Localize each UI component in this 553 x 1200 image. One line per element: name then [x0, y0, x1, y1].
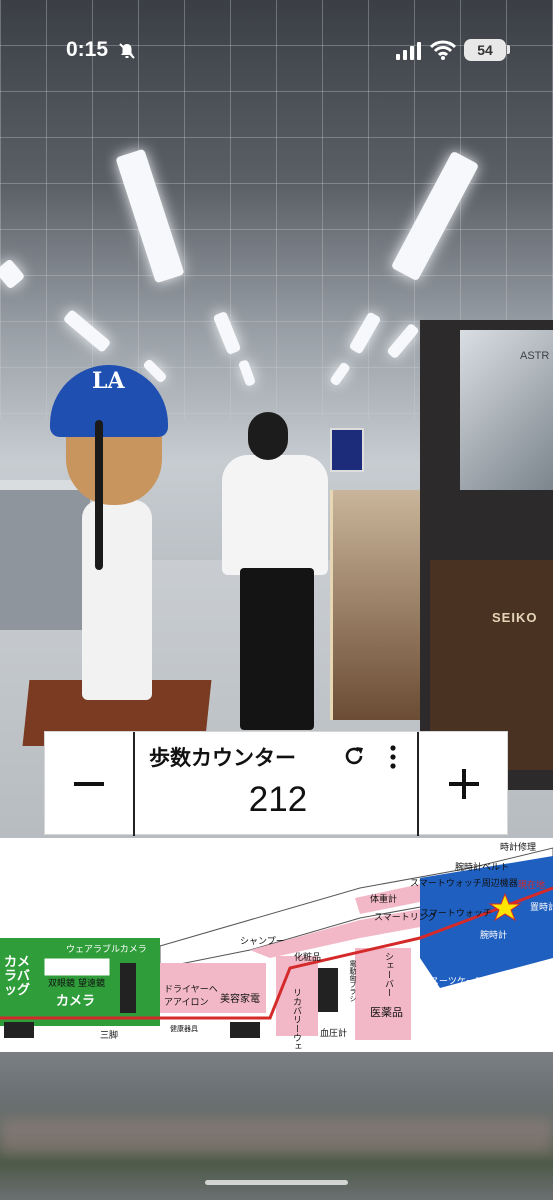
map-label-medicine: 医薬品 — [370, 1006, 403, 1019]
counter-title: 歩数カウンター — [149, 747, 296, 770]
display-counter — [0, 480, 90, 630]
refresh-icon[interactable] — [342, 744, 366, 768]
map-label-wearable-camera: ウェアラブルカメラ — [66, 945, 147, 955]
map-label-binoculars: 双眼鏡 — [48, 979, 76, 989]
map-label-beauty: 美容家電 — [220, 994, 260, 1005]
map-label-bp-meter: 血圧計 — [320, 1029, 348, 1039]
store-photo: ASTR SEIKO LA — [0, 0, 553, 840]
bobblehead-body — [82, 500, 152, 700]
map-label-watch-belt: 腕時計ベルト — [455, 863, 510, 873]
home-indicator[interactable] — [205, 1180, 348, 1185]
map-label-clock-repair: 時計修理 — [500, 843, 537, 853]
map-label-shaver: シェーバー — [383, 952, 393, 997]
map-label-camera: カメラ — [56, 994, 96, 1009]
map-label-health: 健康器具 — [170, 1025, 198, 1033]
seiko-logo: SEIKO — [492, 610, 538, 625]
map-label-scale: 体重計 — [370, 895, 398, 905]
decrement-button[interactable] — [45, 732, 135, 836]
plus-icon-vertical — [462, 769, 466, 799]
step-counter-widget: 歩数カウンター 212 — [44, 731, 508, 836]
wifi-icon — [430, 40, 456, 60]
signal-icon — [396, 42, 421, 60]
la-logo: LA — [92, 368, 125, 394]
status-time: 0:15 — [66, 38, 109, 61]
minus-icon — [74, 782, 104, 786]
map-label-wrist-watch: 腕時計 — [480, 931, 508, 941]
floor-map: 時計修理 腕時計ベルト スマートウォッチ周辺機器 体重計 スマートリング スマー… — [0, 838, 553, 1052]
map-label-current-position: 現在地 — [518, 881, 546, 891]
map-label-shampoo: シャンプー — [240, 937, 285, 947]
map-label-smart-watch: スマートウォッチ — [420, 909, 492, 919]
person-shirt — [222, 455, 328, 575]
blurred-band — [0, 1118, 553, 1154]
map-label-recovery-wear: リカバリーウェア — [291, 988, 301, 1052]
map-label-wall-clock: 置時計掛時計 — [530, 903, 553, 913]
person-head — [248, 412, 288, 460]
map-label-suitcase: スーツケース — [430, 977, 484, 987]
map-label-electric-toothbrush: 電動歯ブラシ — [349, 960, 357, 1002]
map-label-cosmetics: 化粧品 — [294, 953, 322, 963]
astr-sign: ASTR — [520, 350, 550, 362]
battery-icon: 54 — [464, 39, 506, 61]
bell-slash-icon — [119, 43, 135, 59]
status-bar: 0:15 54 — [0, 30, 553, 72]
more-vertical-icon[interactable] — [387, 744, 399, 770]
map-label-camera-bag: カメラバッグ — [4, 955, 31, 998]
step-count-value: 212 — [248, 780, 308, 819]
map-label-dryer: ドライヤーヘアアイロン — [164, 985, 218, 1008]
bobblehead-bat — [95, 420, 103, 570]
map-label-tripod: 三脚 — [100, 1031, 119, 1041]
person-pants — [240, 568, 314, 730]
map-label-telescope: 望遠鏡 — [78, 979, 106, 989]
battery-tip — [507, 45, 510, 54]
map-label-smartwatch-acc: スマートウォッチ周辺機器 — [410, 879, 518, 889]
increment-button[interactable] — [417, 732, 507, 836]
poster — [330, 428, 364, 472]
